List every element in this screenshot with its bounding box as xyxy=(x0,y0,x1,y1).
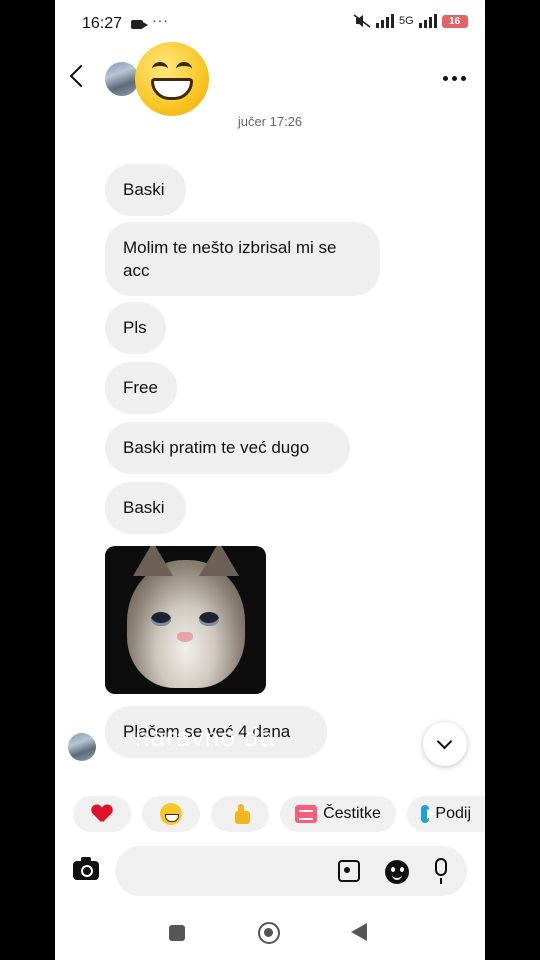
gift-icon xyxy=(295,805,318,823)
gallery-icon[interactable] xyxy=(338,860,360,882)
message-bubble[interactable]: Baski xyxy=(105,482,186,534)
thumbs-up-icon xyxy=(229,803,251,825)
microphone-icon[interactable] xyxy=(435,858,447,884)
status-indicators: 5G 16 xyxy=(353,14,468,28)
status-dots: ··· xyxy=(152,12,169,28)
message-bubble[interactable]: Free xyxy=(105,362,177,414)
battery-icon: 16 xyxy=(441,14,468,28)
camera-icon xyxy=(131,20,148,29)
scroll-down-button[interactable] xyxy=(423,722,467,766)
message-bubble[interactable]: Molim te nešto izbrisal mi se acc xyxy=(105,222,380,296)
grinning-emoji-icon xyxy=(135,42,209,116)
mute-icon xyxy=(353,14,371,28)
status-time: 16:27 xyxy=(82,15,123,32)
message-bubble[interactable]: Pls xyxy=(105,302,166,354)
quick-reply-label: Čestitke xyxy=(323,805,381,822)
quick-reply-label: Podij xyxy=(435,805,471,822)
video-caption-overlay: naravno da xyxy=(135,722,276,752)
back-arrow-icon[interactable] xyxy=(69,64,93,88)
play-icon xyxy=(421,805,436,823)
laughing-emoji-icon xyxy=(160,803,182,825)
message-composer[interactable] xyxy=(115,846,467,896)
back-nav-button[interactable] xyxy=(351,923,367,941)
chevron-down-icon xyxy=(436,733,453,750)
message-bubble[interactable]: Baski xyxy=(105,164,186,216)
heart-icon xyxy=(92,805,112,823)
signal-icon xyxy=(376,14,394,28)
signal-icon-2 xyxy=(418,14,437,28)
quick-reply-heart[interactable] xyxy=(73,796,131,832)
sender-avatar xyxy=(68,733,96,761)
crying-kitten-image xyxy=(127,546,245,688)
quick-reply-thumbs-up[interactable] xyxy=(211,796,269,832)
message-input[interactable] xyxy=(131,858,325,886)
message-bubble[interactable]: Baski pratim te već dugo xyxy=(105,422,350,474)
network-label: 5G xyxy=(399,15,414,27)
avatar[interactable] xyxy=(105,62,139,96)
camera-icon[interactable] xyxy=(73,857,99,880)
quick-reply-podij[interactable]: Podij xyxy=(407,796,485,832)
dm-screen: 16:27 ··· 5G 16 jučer 17:26 Baski Molim … xyxy=(55,0,485,960)
sticker-icon[interactable] xyxy=(385,860,409,884)
home-nav-button[interactable] xyxy=(258,922,280,944)
recents-nav-button[interactable] xyxy=(169,925,185,941)
message-timestamp: jučer 17:26 xyxy=(237,114,303,129)
image-message[interactable] xyxy=(105,546,266,694)
more-icon[interactable] xyxy=(443,76,466,81)
quick-reply-cestitke[interactable]: Čestitke xyxy=(280,796,396,832)
quick-reply-laugh[interactable] xyxy=(142,796,200,832)
